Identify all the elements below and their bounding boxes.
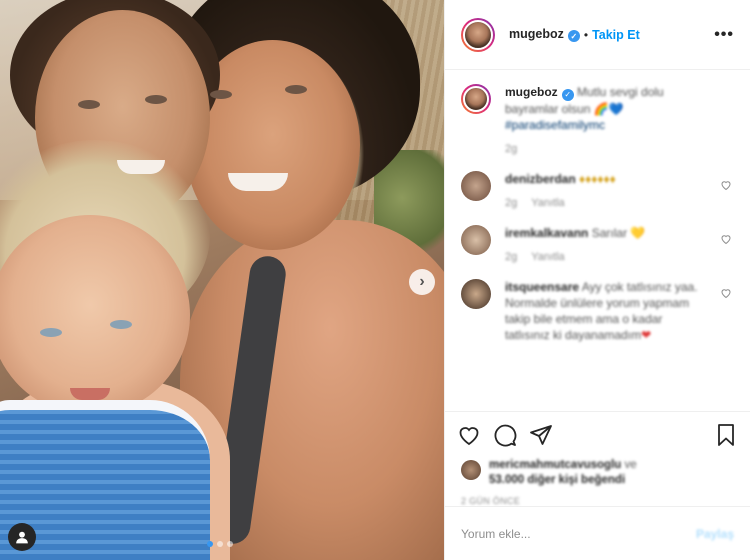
photo-smile [228,173,288,191]
verified-icon: ✓ [567,30,580,43]
post-actions [445,412,750,458]
share-icon[interactable] [529,423,553,447]
likes-summary: mericmahmutcavusoglu ve 53.000 diğer kiş… [445,458,750,488]
comment-item: denizberdan ♦♦♦♦♦♦ 2g Yanıtla [461,171,734,211]
user-tag-button[interactable] [8,523,36,551]
bookmark-icon[interactable] [714,423,738,447]
comments-list[interactable]: mugeboz ✓ Mutlu sevgi dolu bayramlar olsu… [445,70,750,412]
photo-eye [145,95,167,104]
comment-username[interactable]: itsqueensare [505,280,579,294]
heart-icon[interactable] [720,179,732,191]
comment-avatar[interactable] [461,279,491,309]
photo-eye [78,100,100,109]
likes-connector: ve [624,459,637,471]
reply-button[interactable]: Yanıtla [531,249,564,265]
follow-button[interactable]: Takip Et [592,28,640,42]
caption-hashtag[interactable]: #paradisefamilymc [505,118,605,132]
comment-icon[interactable] [493,423,517,447]
avatar[interactable] [461,17,495,52]
carousel-dot-active [207,541,213,547]
liker-avatar[interactable] [461,460,481,480]
chevron-right-icon: › [419,273,425,290]
comment-avatar[interactable] [461,225,491,255]
caption-username[interactable]: mugeboz [505,85,558,99]
carousel-next-button[interactable]: › [409,269,435,295]
post-comment-button[interactable]: Paylaş [696,527,734,541]
comment-text: Sarılar [591,226,628,240]
verified-icon: ✓ [561,89,574,101]
reply-button[interactable]: Yanıtla [531,195,564,211]
more-icon[interactable]: ••• [714,26,734,44]
caption: mugeboz ✓ Mutlu sevgi dolu bayramlar olsu… [461,84,734,157]
heart-icon[interactable] [457,423,481,447]
header-username[interactable]: mugeboz ✓ [509,27,580,43]
photo-eye [210,90,232,99]
comment-text: ♦♦♦♦♦♦ [579,172,616,186]
post-photo[interactable]: › [0,0,444,560]
carousel-dots [207,541,233,547]
comment-avatar[interactable] [461,171,491,201]
likes-count[interactable]: 53.000 diğer kişi beğendi [489,474,625,486]
photo-eye [110,320,132,329]
post-header: mugeboz ✓ • Takip Et ••• [445,0,750,70]
comment-item: itsqueensare Ayy çok tatlısınız yaa. Nor… [461,279,734,343]
photo-eye [285,85,307,94]
header-separator: • [583,27,589,42]
heart-icon[interactable] [720,287,732,299]
heart-icon[interactable] [720,233,732,245]
user-tag-icon [16,531,28,544]
comment-time: 2g [505,197,518,209]
caption-avatar[interactable] [461,84,491,114]
comment-time: 2g [505,251,518,263]
post-date: 2 GÜN ÖNCE [461,496,521,506]
comment-username[interactable]: iremkalkavann [505,226,588,240]
photo-smile [70,388,110,400]
instagram-post: › mugeboz ✓ • Takip Et ••• mugeboz ✓ Mut… [0,0,750,560]
add-comment-bar: Paylaş [445,506,750,560]
photo-smile [117,160,165,174]
post-side-panel: mugeboz ✓ • Takip Et ••• mugeboz ✓ Mutlu s… [444,0,750,560]
comment-input[interactable] [461,526,696,541]
caption-meta: 2g [505,143,518,155]
carousel-dot [217,541,223,547]
comment-item: iremkalkavann Sarılar 💛 2g Yanıtla [461,225,734,265]
carousel-dot [227,541,233,547]
comment-username[interactable]: denizberdan [505,172,576,186]
photo-eye [40,328,62,337]
first-liker[interactable]: mericmahmutcavusoglu [489,459,621,471]
